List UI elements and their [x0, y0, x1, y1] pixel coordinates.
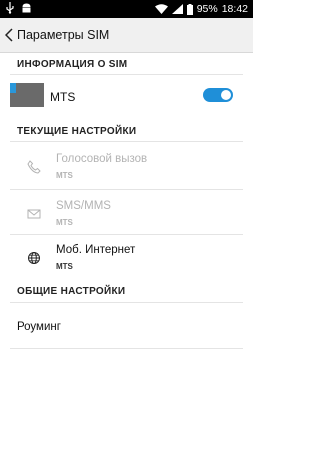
wifi-icon [154, 4, 168, 14]
sim-color-tag [10, 83, 16, 93]
roaming-setting[interactable]: Роуминг [17, 321, 61, 333]
status-right: 95% 18:42 [154, 3, 248, 15]
android-icon [22, 3, 31, 13]
sms-mms-setting[interactable]: SMS/MMS MTS [0, 198, 253, 232]
status-left-icons [5, 2, 32, 14]
app-bar: Параметры SIM [0, 18, 253, 53]
phone-icon [27, 160, 41, 174]
divider [10, 189, 243, 190]
chevron-left-icon [5, 28, 13, 42]
toggle-knob [221, 90, 231, 100]
divider [10, 74, 243, 75]
page-title: Параметры SIM [17, 28, 110, 42]
section-general-settings: ОБЩИЕ НАСТРОЙКИ [17, 286, 126, 297]
divider [10, 141, 243, 142]
sim-enable-toggle[interactable] [203, 88, 233, 102]
mobile-internet-setting[interactable]: Моб. Интернет MTS [0, 242, 253, 276]
sms-mms-sim: MTS [56, 218, 73, 227]
voice-call-sim: MTS [56, 171, 73, 180]
usb-icon [6, 2, 14, 14]
divider [10, 348, 243, 349]
back-button[interactable] [2, 18, 16, 52]
divider [10, 302, 243, 303]
battery-icon [186, 3, 193, 15]
signal-icon [171, 4, 183, 14]
status-bar: 95% 18:42 [0, 0, 253, 18]
sim-name: MTS [50, 90, 76, 104]
voice-call-setting[interactable]: Голосовой вызов MTS [0, 151, 253, 185]
battery-percent: 95% [196, 3, 218, 15]
sim-card-row[interactable]: MTS [0, 83, 253, 113]
section-sim-info: ИНФОРМАЦИЯ О SIM [17, 59, 128, 70]
section-current-settings: ТЕКУЩИЕ НАСТРОЙКИ [17, 126, 137, 137]
sms-mms-label: SMS/MMS [56, 200, 111, 212]
mobile-internet-sim: MTS [56, 262, 73, 271]
envelope-icon [27, 209, 41, 219]
divider [10, 234, 243, 235]
globe-icon [28, 252, 40, 264]
mobile-internet-label: Моб. Интернет [56, 244, 136, 256]
voice-call-label: Голосовой вызов [56, 153, 148, 165]
clock: 18:42 [221, 3, 248, 15]
